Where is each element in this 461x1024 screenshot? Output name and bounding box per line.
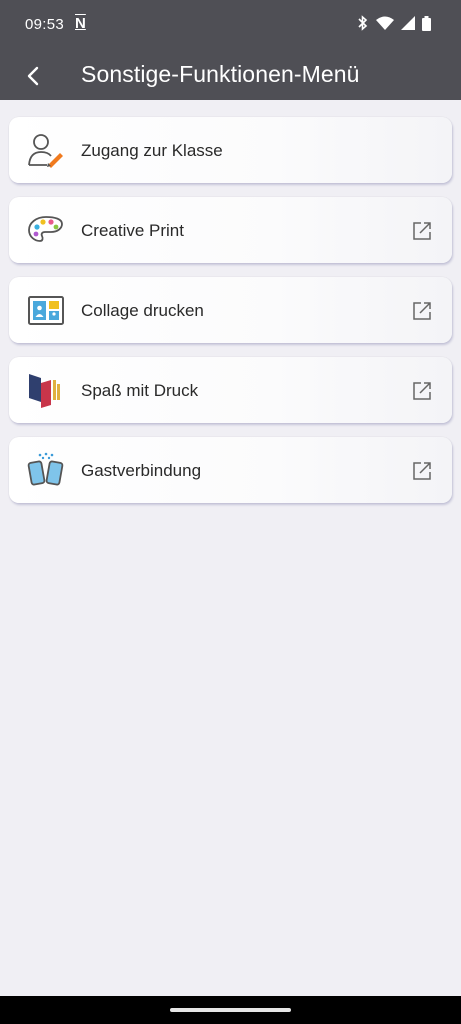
guest-connection-icon <box>27 452 64 486</box>
status-bar: 09:53 N <box>0 0 461 52</box>
system-navigation-bar <box>0 996 461 1024</box>
fun-print-icon <box>29 374 60 408</box>
user-edit-icon <box>28 134 63 168</box>
notification-icon: N <box>75 15 86 32</box>
battery-icon <box>422 15 431 31</box>
menu-item-creative-print[interactable]: Creative Print <box>9 197 452 263</box>
menu-item-label: Spaß mit Druck <box>81 381 199 400</box>
external-link-icon <box>413 382 431 400</box>
signal-icon <box>401 16 415 30</box>
function-menu-list: Zugang zur Klasse Creative Print Collage… <box>9 117 452 517</box>
bluetooth-icon <box>358 15 368 31</box>
external-link-icon <box>413 302 431 320</box>
menu-item-label: Zugang zur Klasse <box>81 141 223 160</box>
menu-item-class-access[interactable]: Zugang zur Klasse <box>9 117 452 183</box>
collage-icon <box>28 296 64 325</box>
wifi-icon <box>376 16 394 30</box>
chevron-left-icon <box>27 66 39 86</box>
app-bar: Sonstige-Funktionen-Menü <box>0 52 461 100</box>
menu-item-collage-print[interactable]: Collage drucken <box>9 277 452 343</box>
menu-item-fun-print[interactable]: Spaß mit Druck <box>9 357 452 423</box>
menu-item-guest-connection[interactable]: Gastverbindung <box>9 437 452 503</box>
page-title: Sonstige-Funktionen-Menü <box>81 61 360 87</box>
back-button[interactable] <box>18 62 50 90</box>
menu-item-label: Gastverbindung <box>81 461 202 480</box>
palette-icon <box>28 216 63 242</box>
menu-item-label: Collage drucken <box>81 301 204 320</box>
external-link-icon <box>413 222 431 240</box>
status-time: 09:53 <box>25 16 65 33</box>
external-link-icon <box>413 462 431 480</box>
status-icons <box>357 15 431 31</box>
menu-item-label: Creative Print <box>81 221 184 240</box>
home-gesture-handle[interactable] <box>170 1008 291 1012</box>
